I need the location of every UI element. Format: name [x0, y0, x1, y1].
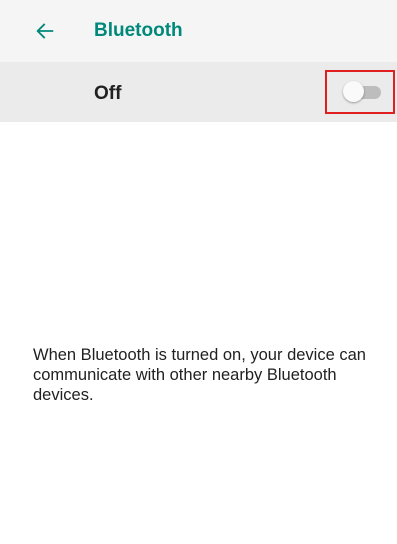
bluetooth-toggle-row[interactable]: Off [0, 62, 397, 122]
bluetooth-description: When Bluetooth is turned on, your device… [33, 346, 366, 404]
page-title: Bluetooth [94, 20, 183, 41]
bluetooth-switch[interactable] [343, 81, 385, 103]
back-button[interactable] [30, 16, 60, 46]
app-bar: Bluetooth [0, 0, 397, 62]
switch-thumb [343, 81, 364, 102]
toggle-state-label: Off [94, 83, 122, 104]
arrow-left-icon [36, 23, 54, 39]
